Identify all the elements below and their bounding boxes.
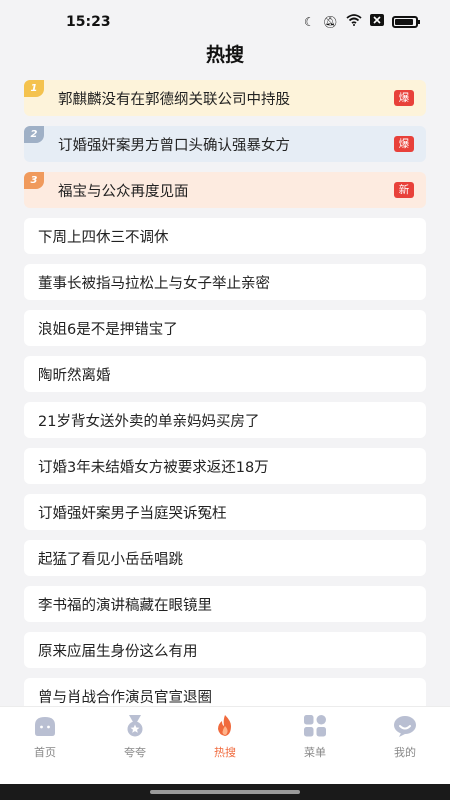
hot-item[interactable]: 原来应届生身份这么有用 xyxy=(24,632,426,668)
hot-item[interactable]: 董事长被指马拉松上与女子举止亲密 xyxy=(24,264,426,300)
hot-item-title: 董事长被指马拉松上与女子举止亲密 xyxy=(38,275,270,292)
hot-item[interactable]: 起猛了看见小岳岳唱跳 xyxy=(24,540,426,576)
hot-item-title: 下周上四休三不调休 xyxy=(38,229,169,246)
hot-item-top-2[interactable]: 2 订婚强奸案男方曾口头确认强暴女方 爆 xyxy=(24,126,426,162)
status-time: 15:23 xyxy=(66,14,111,30)
hot-item-title: 李书福的演讲稿藏在眼镜里 xyxy=(38,597,212,614)
sim-off-icon xyxy=(370,14,384,30)
tab-label: 首页 xyxy=(34,746,56,759)
hot-item-title: 曾与肖战合作演员官宣退圈 xyxy=(38,689,212,706)
tab-home[interactable]: 首页 xyxy=(0,707,90,784)
hot-item[interactable]: 下周上四休三不调休 xyxy=(24,218,426,254)
grid-menu-icon xyxy=(304,715,326,737)
tab-praise[interactable]: 夸夸 xyxy=(90,707,180,784)
system-nav-bar xyxy=(0,784,450,800)
hot-item[interactable]: 陶昕然离婚 xyxy=(24,356,426,392)
tab-label: 菜单 xyxy=(304,746,326,759)
hot-item[interactable]: 订婚3年未结婚女方被要求返还18万 xyxy=(24,448,426,484)
profile-icon xyxy=(394,716,416,737)
hot-item-top-1[interactable]: 1 郭麒麟没有在郭德纲关联公司中持股 爆 xyxy=(24,80,426,116)
hot-item-title: 订婚强奸案男子当庭哭诉冤枉 xyxy=(38,505,227,522)
hot-item-title: 起猛了看见小岳岳唱跳 xyxy=(38,551,183,568)
new-badge: 新 xyxy=(394,182,414,198)
rank-badge: 3 xyxy=(24,172,44,189)
medal-icon xyxy=(127,715,143,737)
hot-item[interactable]: 21岁背女送外卖的单亲妈妈买房了 xyxy=(24,402,426,438)
hot-item-title: 21岁背女送外卖的单亲妈妈买房了 xyxy=(38,413,260,430)
hot-item[interactable]: 订婚强奸案男子当庭哭诉冤枉 xyxy=(24,494,426,530)
tab-menu[interactable]: 菜单 xyxy=(270,707,360,784)
bottom-tab-bar: 首页 夸夸 热搜 菜单 我的 xyxy=(0,706,450,784)
tab-profile[interactable]: 我的 xyxy=(360,707,450,784)
hot-item-title: 原来应届生身份这么有用 xyxy=(38,643,198,660)
tab-label: 夸夸 xyxy=(124,746,146,759)
home-indicator[interactable] xyxy=(150,790,300,794)
hot-search-list: 1 郭麒麟没有在郭德纲关联公司中持股 爆 2 订婚强奸案男方曾口头确认强暴女方 … xyxy=(24,80,426,724)
wifi-icon xyxy=(346,14,362,30)
hot-badge: 爆 xyxy=(394,136,414,152)
status-icons: ☾ 🔕︎ xyxy=(304,14,420,30)
tab-label: 热搜 xyxy=(214,746,236,759)
bell-off-icon: 🔕︎ xyxy=(322,15,338,29)
hot-item-title: 浪姐6是不是押错宝了 xyxy=(38,321,178,338)
hot-item[interactable]: 李书福的演讲稿藏在眼镜里 xyxy=(24,586,426,622)
hot-item[interactable]: 浪姐6是不是押错宝了 xyxy=(24,310,426,346)
page-title: 热搜 xyxy=(205,44,244,66)
rank-badge: 1 xyxy=(24,80,44,97)
hot-item-title: 福宝与公众再度见面 xyxy=(58,183,189,200)
home-icon xyxy=(35,717,55,736)
moon-icon: ☾ xyxy=(304,15,315,29)
rank-badge: 2 xyxy=(24,126,44,143)
hot-item-title: 郭麒麟没有在郭德纲关联公司中持股 xyxy=(58,91,290,108)
status-bar: 15:23 ☾ 🔕︎ xyxy=(0,0,450,42)
flame-icon xyxy=(218,715,231,736)
hot-item-title: 陶昕然离婚 xyxy=(38,367,111,384)
hot-item-title: 订婚强奸案男方曾口头确认强暴女方 xyxy=(58,137,290,154)
hot-badge: 爆 xyxy=(394,90,414,106)
battery-icon xyxy=(392,16,420,28)
hot-item-top-3[interactable]: 3 福宝与公众再度见面 新 xyxy=(24,172,426,208)
hot-item-title: 订婚3年未结婚女方被要求返还18万 xyxy=(38,459,269,476)
tab-label: 我的 xyxy=(394,746,416,759)
tab-hot-search[interactable]: 热搜 xyxy=(180,707,270,784)
